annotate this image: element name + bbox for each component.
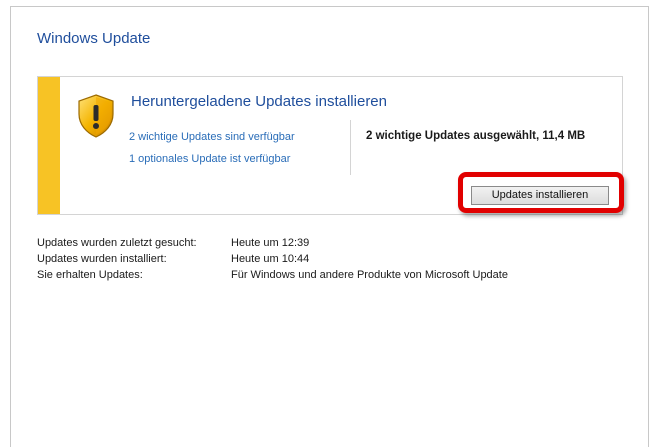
panel-divider xyxy=(350,120,351,175)
window-frame xyxy=(10,6,649,447)
status-value: Heute um 10:44 xyxy=(231,253,310,265)
status-value: Für Windows und andere Produkte von Micr… xyxy=(231,269,508,281)
warning-shield-icon xyxy=(78,94,114,138)
optional-updates-link[interactable]: 1 optionales Update ist verfügbar xyxy=(129,153,290,165)
panel-accent-bar xyxy=(38,77,60,214)
update-panel: Heruntergeladene Updates installieren 2 … xyxy=(37,76,623,215)
page-title: Windows Update xyxy=(37,30,151,47)
status-label: Updates wurden installiert: xyxy=(37,253,167,265)
selected-updates-info: 2 wichtige Updates ausgewählt, 11,4 MB xyxy=(366,130,586,142)
status-label: Updates wurden zuletzt gesucht: xyxy=(37,237,197,249)
panel-title: Heruntergeladene Updates installieren xyxy=(131,93,387,110)
status-label: Sie erhalten Updates: xyxy=(37,269,143,281)
status-value: Heute um 12:39 xyxy=(231,237,310,249)
important-updates-link[interactable]: 2 wichtige Updates sind verfügbar xyxy=(129,131,295,143)
install-updates-button[interactable]: Updates installieren xyxy=(471,186,609,205)
